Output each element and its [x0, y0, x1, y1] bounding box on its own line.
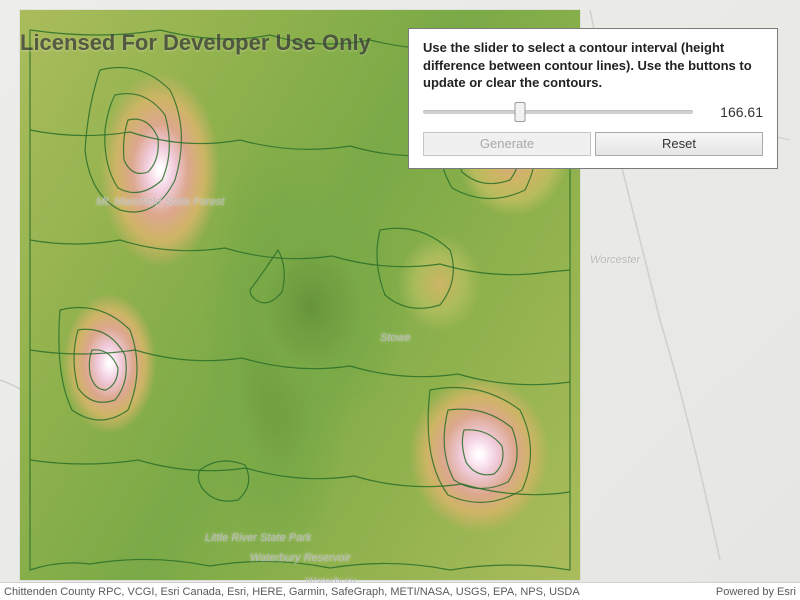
slider-track — [423, 110, 693, 114]
slider-value: 166.61 — [703, 104, 763, 120]
control-panel: Use the slider to select a contour inter… — [408, 28, 778, 169]
instructions-text: Use the slider to select a contour inter… — [423, 39, 763, 92]
reset-button[interactable]: Reset — [595, 132, 763, 156]
slider-row: 166.61 — [423, 102, 763, 122]
attribution-text: Chittenden County RPC, VCGI, Esri Canada… — [4, 586, 580, 598]
button-row: Generate Reset — [423, 132, 763, 156]
generate-button[interactable]: Generate — [423, 132, 591, 156]
attribution-bar: Chittenden County RPC, VCGI, Esri Canada… — [0, 582, 800, 600]
slider-thumb[interactable] — [515, 102, 526, 122]
powered-by-esri[interactable]: Powered by Esri — [716, 586, 796, 598]
contour-interval-slider[interactable] — [423, 102, 693, 122]
